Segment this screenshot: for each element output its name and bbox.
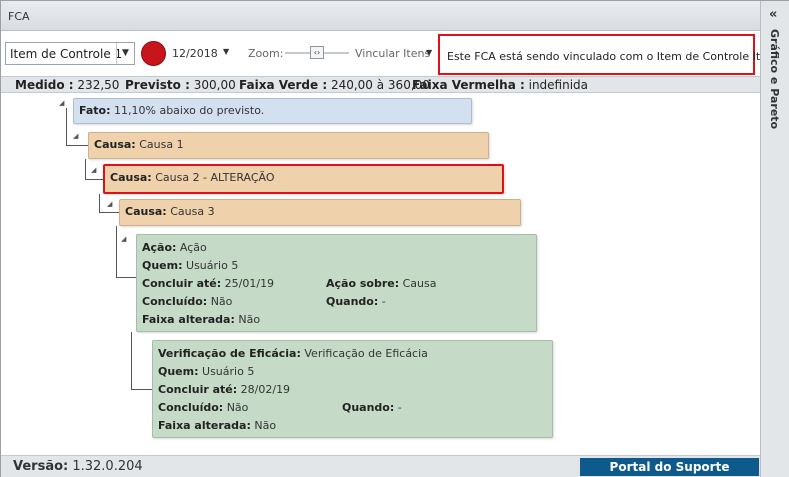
expand-pane-icon[interactable]: «: [769, 7, 777, 22]
concluir-field: Concluir até: 28/02/19: [158, 383, 291, 396]
collapse-icon[interactable]: ◢: [91, 166, 96, 174]
tree-connector: [99, 212, 119, 213]
node-acao[interactable]: Ação: Ação Quem: Usuário 5 Concluir até:…: [136, 234, 537, 332]
link-items-dropdown-icon[interactable]: ▼: [426, 48, 432, 57]
status-footer: Versão: 1.32.0.204 Portal do Suporte: [1, 455, 760, 477]
chevron-down-icon[interactable]: ▼: [116, 43, 134, 64]
acao-sobre-field: Ação sobre: Causa: [326, 277, 437, 290]
collapse-icon[interactable]: ◢: [73, 132, 78, 140]
concluir-field: Concluir até: 25/01/19: [142, 277, 275, 290]
node-causa-2[interactable]: Causa: Causa 2 - ALTERAÇÃO: [103, 164, 504, 194]
concluido-field: Concluído: Não: [158, 401, 249, 414]
verificacao-field: Verificação de Eficácia: Verificação de …: [158, 347, 428, 360]
metric-previsto: Previsto : 300,00: [125, 78, 236, 92]
period-label[interactable]: 12/2018: [172, 47, 218, 60]
toolbar: Item de Controle 1 ▼ 12/2018 ▼ Zoom: ‹› …: [1, 31, 788, 76]
window-title: FCA: [8, 10, 30, 23]
concluido-field: Concluído: Não: [142, 295, 233, 308]
support-portal-button[interactable]: Portal do Suporte: [580, 458, 759, 476]
tree-connector: [85, 159, 86, 180]
metrics-bar: Medido : 232,50 Previsto : 300,00 Faixa …: [1, 76, 760, 93]
metric-faixa-verde: Faixa Verde : 240,00 à 360,00: [239, 78, 430, 92]
collapse-icon[interactable]: ◢: [121, 235, 126, 243]
period-dropdown-icon[interactable]: ▼: [223, 47, 229, 56]
chart-pareto-label[interactable]: Gráfico e Pareto: [768, 29, 781, 129]
tree-connector: [66, 145, 88, 146]
node-fato[interactable]: Fato: 11,10% abaixo do previsto.: [73, 98, 472, 124]
tree-connector: [131, 389, 152, 390]
quando-field: Quando: -: [326, 295, 386, 308]
faixa-alterada-field: Faixa alterada: Não: [142, 313, 261, 326]
node-causa-1[interactable]: Causa: Causa 1: [88, 132, 489, 159]
chart-pareto-pane[interactable]: « Gráfico e Pareto: [760, 1, 789, 477]
collapse-icon[interactable]: ◢: [59, 99, 64, 107]
tree-connector: [66, 108, 67, 146]
title-bar: FCA: [1, 1, 760, 31]
node-causa-3[interactable]: Causa: Causa 3: [119, 199, 521, 226]
quem-field: Quem: Usuário 5: [158, 365, 255, 378]
control-item-value: Item de Controle 1: [10, 47, 123, 61]
zoom-label: Zoom:: [248, 47, 284, 60]
node-verificacao[interactable]: Verificação de Eficácia: Verificação de …: [152, 340, 553, 438]
tree-connector: [116, 277, 136, 278]
metric-faixa-vermelha: Faixa Vermelha : indefinida: [412, 78, 589, 92]
collapse-icon[interactable]: ◢: [107, 200, 112, 208]
quando-field: Quando: -: [342, 401, 402, 414]
version-info: Versão: 1.32.0.204: [13, 459, 143, 474]
link-items-button[interactable]: Vincular Itens: [355, 47, 430, 60]
status-indicator: [141, 41, 166, 66]
link-notice-text: Este FCA está sendo vinculado com o Item…: [447, 50, 789, 63]
faixa-alterada-field: Faixa alterada: Não: [158, 419, 277, 432]
acao-field: Ação: Ação: [142, 241, 207, 254]
link-notice: Este FCA está sendo vinculado com o Item…: [438, 34, 788, 75]
metric-medido: Medido : 232,50: [15, 78, 120, 92]
zoom-slider-thumb[interactable]: ‹›: [310, 46, 324, 59]
fca-window: FCA Item de Controle 1 ▼ 12/2018 ▼ Zoom:…: [0, 0, 789, 477]
quem-field: Quem: Usuário 5: [142, 259, 239, 272]
fca-tree: ◢ Fato: 11,10% abaixo do previsto. ◢ Cau…: [1, 94, 760, 455]
tree-connector: [99, 194, 100, 213]
tree-connector: [116, 226, 117, 278]
tree-connector: [131, 332, 132, 390]
control-item-select[interactable]: Item de Controle 1 ▼: [5, 42, 135, 65]
tree-connector: [85, 179, 103, 180]
